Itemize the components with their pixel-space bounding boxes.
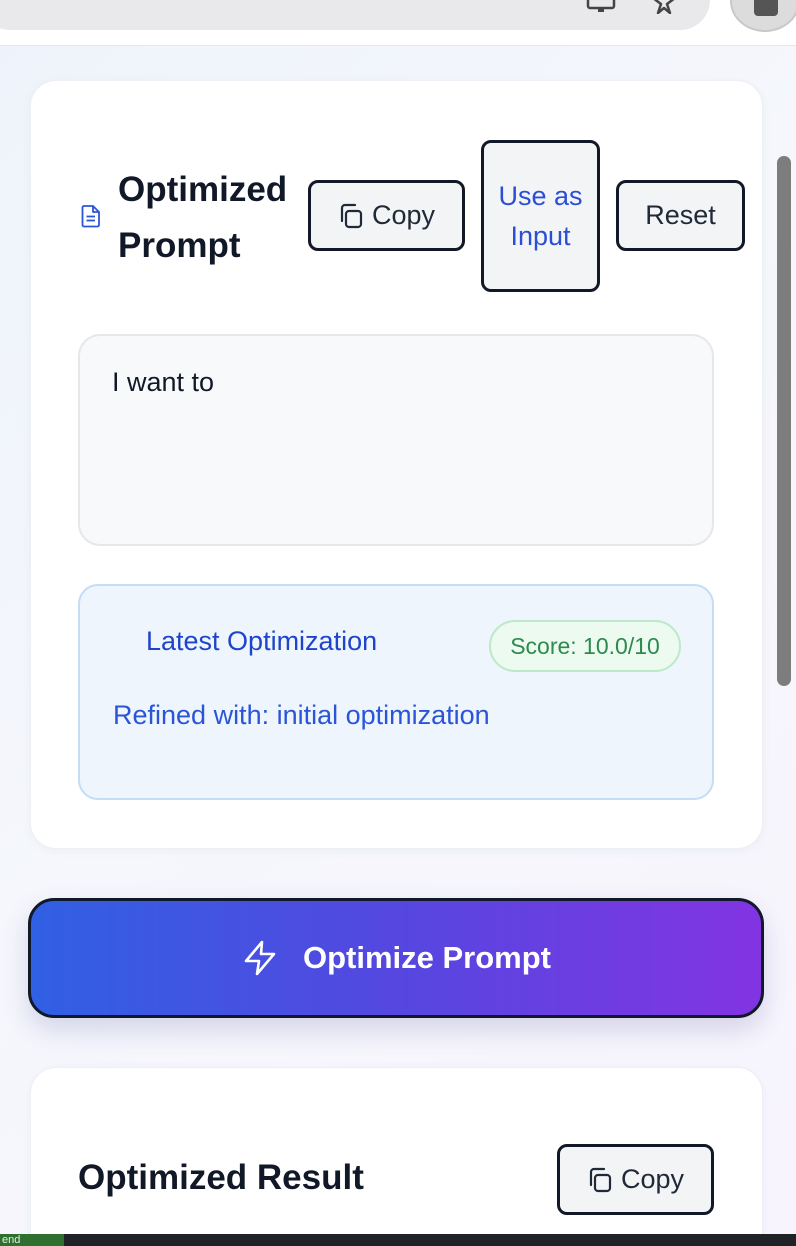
browser-toolbar	[0, 0, 796, 46]
profile-icon[interactable]	[730, 0, 796, 32]
use-as-input-button[interactable]: Use as Input	[481, 140, 600, 292]
reset-button[interactable]: Reset	[616, 180, 745, 251]
copy-button[interactable]: Copy	[308, 180, 465, 251]
optimize-prompt-button[interactable]: Optimize Prompt	[28, 898, 764, 1018]
optimized-prompt-text[interactable]: I want to	[78, 334, 714, 546]
score-badge: Score: 10.0/10	[489, 620, 681, 672]
monitor-icon[interactable]	[586, 0, 616, 14]
copy-icon	[589, 1167, 612, 1192]
latest-optimization-title: Latest Optimization	[146, 626, 378, 656]
lightning-icon	[244, 940, 276, 976]
refined-with-text: Refined with: initial optimization	[113, 700, 490, 730]
reset-button-label: Reset	[645, 200, 716, 230]
status-tag: end	[0, 1234, 64, 1246]
result-copy-button[interactable]: Copy	[557, 1144, 714, 1215]
status-bar	[0, 1234, 796, 1246]
use-as-input-label: Use as Input	[498, 181, 583, 251]
result-copy-label: Copy	[620, 1164, 685, 1194]
star-icon[interactable]	[650, 0, 678, 14]
optimized-result-title: Optimized Result	[78, 1158, 364, 1197]
optimized-prompt-title: Optimized Prompt	[118, 170, 288, 265]
scrollbar[interactable]	[777, 156, 791, 686]
copy-icon	[340, 203, 363, 228]
optimize-prompt-label: Optimize Prompt	[302, 940, 551, 975]
copy-button-label: Copy	[371, 200, 436, 230]
document-icon	[81, 205, 100, 228]
latest-optimization-panel: Latest Optimization Score: 10.0/10 Refin…	[78, 584, 714, 800]
